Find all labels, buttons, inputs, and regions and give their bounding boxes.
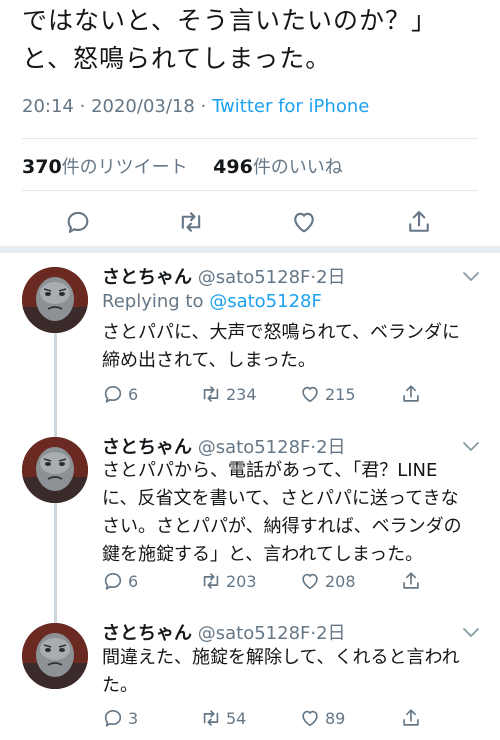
reply-button[interactable]: 6	[102, 383, 138, 405]
tweet-text-line: ではないと、そう言いたいのか？」	[22, 6, 438, 35]
like-button[interactable]: 215	[299, 383, 356, 405]
retweets-stat[interactable]: 370件のリツイート	[22, 156, 188, 178]
share-icon	[403, 709, 419, 726]
tweet-text-line: と、怒鳴られてしまった。	[22, 44, 332, 73]
divider	[22, 190, 478, 191]
age: 2日	[316, 623, 346, 644]
tweet-meta: 20:14 · 2020/03/18 · Twitter for iPhone	[22, 96, 369, 117]
like-icon	[302, 573, 318, 590]
tweet-time: 20:14	[22, 96, 74, 117]
thread-line	[54, 613, 57, 623]
retweet-button[interactable]: 203	[200, 570, 257, 592]
reply-tweet[interactable]: さとちゃん @sato5128F·2日 Replying to @sato512…	[0, 253, 500, 423]
reply-header: さとちゃん @sato5128F·2日	[102, 623, 346, 644]
retweet-count: 234	[226, 384, 257, 404]
avatar[interactable]	[22, 267, 88, 333]
reply-action-bar: 6 203 208	[102, 570, 442, 596]
reply-icon	[104, 573, 122, 590]
retweet-button[interactable]: 54	[200, 707, 246, 729]
reply-tweet[interactable]: さとちゃん @sato5128F·2日 間違えた、施錠を解除して、くれると言われ…	[0, 613, 500, 740]
tweet-date: 2020/03/18	[91, 96, 195, 117]
chevron-down-icon[interactable]	[462, 627, 480, 639]
handle[interactable]: @sato5128F	[198, 623, 311, 644]
retweet-count: 203	[226, 571, 257, 591]
display-name[interactable]: さとちゃん	[102, 623, 192, 644]
reply-text: さとパパから、電話があって、「君？LINE に、反省文を書いて、さとパパに送って…	[102, 460, 462, 565]
share-icon	[403, 572, 419, 589]
tweet-action-bar	[0, 200, 500, 244]
retweet-icon	[203, 573, 219, 589]
like-icon	[302, 710, 318, 727]
like-icon[interactable]	[290, 208, 318, 236]
display-name[interactable]: さとちゃん	[102, 267, 192, 288]
reply-button[interactable]: 3	[102, 707, 138, 729]
reply-action-bar: 3 54 89	[102, 707, 442, 733]
thread-line	[54, 423, 57, 437]
like-count: 215	[325, 384, 356, 404]
like-count: 208	[325, 571, 356, 591]
reply-icon	[104, 710, 122, 727]
reply-header: さとちゃん @sato5128F·2日	[102, 437, 346, 458]
thread-line	[54, 333, 57, 423]
retweet-count: 54	[226, 708, 247, 728]
share-button[interactable]	[400, 383, 426, 405]
retweet-icon[interactable]	[177, 208, 205, 236]
tweet-source-link[interactable]: Twitter for iPhone	[212, 96, 369, 117]
share-icon[interactable]	[405, 208, 433, 236]
reply-text: 間違えた、施錠を解除して、くれると言われ た。	[102, 647, 460, 696]
share-icon	[403, 385, 419, 402]
reply-icon	[104, 386, 122, 403]
handle[interactable]: @sato5128F	[198, 437, 311, 458]
share-button[interactable]	[400, 707, 426, 729]
reply-count: 3	[128, 708, 139, 728]
reply-text: さとパパに、大声で怒鳴られて、ベランダに 締め出されて、しまった。	[102, 322, 461, 371]
likes-stat[interactable]: 496件のいいね	[213, 156, 343, 178]
reply-icon[interactable]	[64, 208, 92, 236]
reply-action-bar: 6 234 215	[102, 383, 442, 409]
tweet-stats: 370件のリツイート 496件のいいね	[22, 153, 343, 179]
like-button[interactable]: 208	[299, 570, 356, 592]
handle[interactable]: @sato5128F	[198, 267, 311, 288]
age: 2日	[316, 437, 346, 458]
meta-separator: ·	[79, 96, 86, 117]
chevron-down-icon[interactable]	[462, 441, 480, 453]
reply-header: さとちゃん @sato5128F·2日	[102, 267, 346, 288]
reply-tweet[interactable]: さとちゃん @sato5128F·2日 さとパパから、電話があって、「君？LIN…	[0, 423, 500, 613]
like-button[interactable]: 89	[299, 707, 345, 729]
like-count: 89	[325, 708, 346, 728]
meta-separator: ·	[200, 96, 207, 117]
replying-to-link[interactable]: @sato5128F	[209, 291, 322, 312]
thread-line	[54, 503, 57, 613]
section-divider	[0, 246, 500, 253]
tweet-text: ではないと、そう言いたいのか？」 と、怒鳴られてしまった。	[22, 2, 437, 78]
age: 2日	[316, 267, 346, 288]
replying-to: Replying to @sato5128F	[102, 291, 322, 312]
share-button[interactable]	[400, 570, 426, 592]
like-icon	[302, 386, 318, 403]
display-name[interactable]: さとちゃん	[102, 437, 192, 458]
avatar[interactable]	[22, 623, 88, 689]
reply-count: 6	[128, 571, 139, 591]
avatar[interactable]	[22, 437, 88, 503]
chevron-down-icon[interactable]	[462, 271, 480, 283]
reply-button[interactable]: 6	[102, 570, 138, 592]
retweet-icon	[203, 710, 219, 726]
divider	[22, 138, 478, 139]
reply-count: 6	[128, 384, 139, 404]
retweet-icon	[203, 386, 219, 402]
retweet-button[interactable]: 234	[200, 383, 257, 405]
